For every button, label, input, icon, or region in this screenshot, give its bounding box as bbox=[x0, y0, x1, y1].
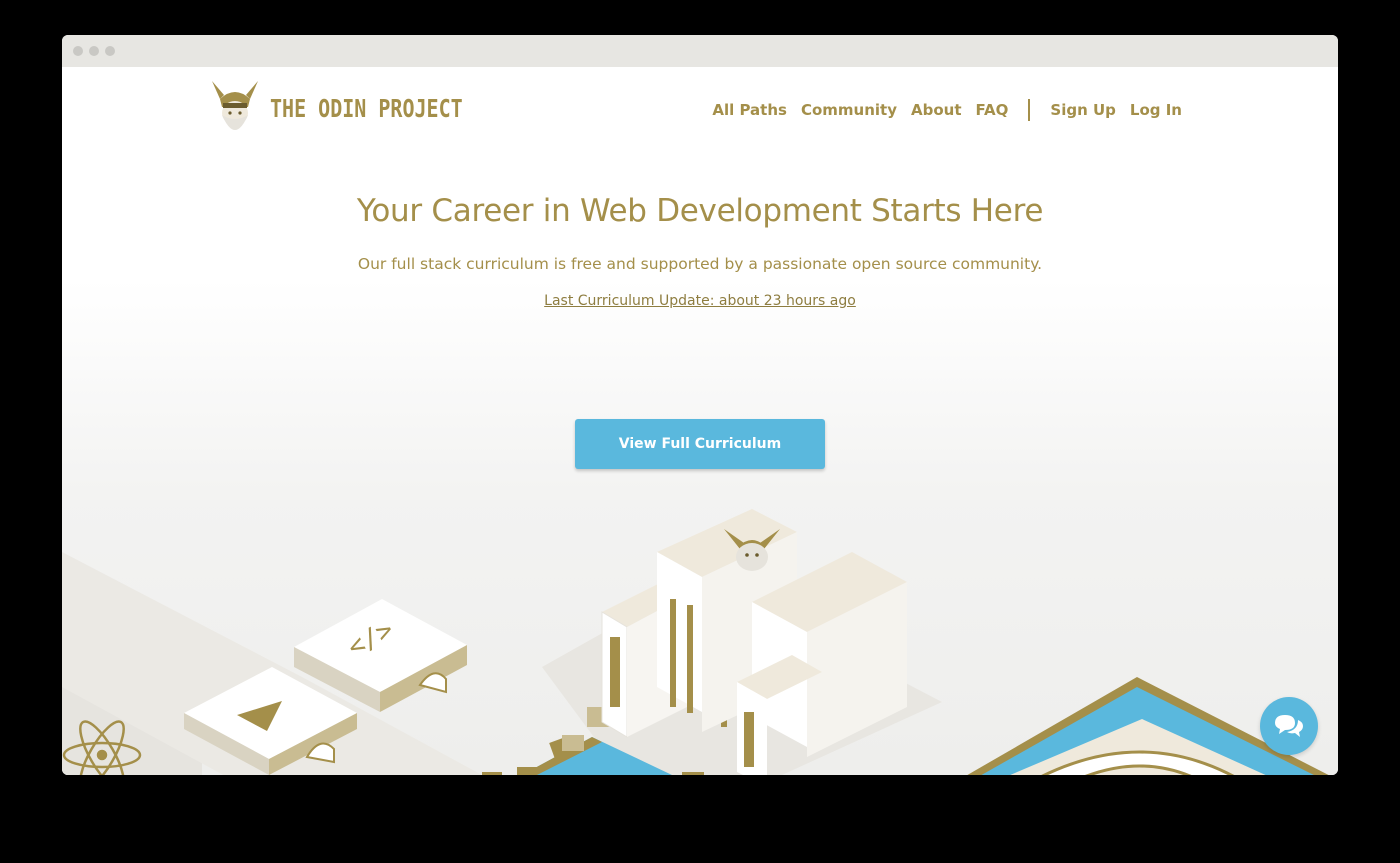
last-update-link[interactable]: Last Curriculum Update: about 23 hours a… bbox=[544, 293, 856, 309]
viking-logo-icon bbox=[212, 81, 258, 130]
nav-faq[interactable]: FAQ bbox=[976, 101, 1009, 119]
landing-page: THE ODIN PROJECT All Paths Community Abo… bbox=[62, 67, 1338, 775]
sign-up-link[interactable]: Sign Up bbox=[1050, 101, 1116, 119]
window-close-dot[interactable] bbox=[73, 46, 83, 56]
isometric-city-illustration: </> bbox=[62, 509, 1329, 775]
window-titlebar bbox=[62, 35, 1338, 67]
window-minimize-dot[interactable] bbox=[89, 46, 99, 56]
site-header: THE ODIN PROJECT All Paths Community Abo… bbox=[62, 67, 1338, 157]
nav-about[interactable]: About bbox=[911, 101, 962, 119]
nav-divider bbox=[1028, 99, 1031, 121]
hero-subtitle: Our full stack curriculum is free and su… bbox=[357, 255, 1043, 273]
nav-all-paths[interactable]: All Paths bbox=[712, 101, 787, 119]
chat-button[interactable] bbox=[1260, 697, 1318, 755]
log-in-link[interactable]: Log In bbox=[1130, 101, 1182, 119]
hero-section: Your Career in Web Development Starts He… bbox=[62, 193, 1338, 309]
nav-community[interactable]: Community bbox=[801, 101, 897, 119]
site-logo[interactable]: THE ODIN PROJECT bbox=[210, 77, 463, 139]
brand-name: THE ODIN PROJECT bbox=[270, 93, 463, 123]
chat-bubbles-icon bbox=[1275, 715, 1303, 737]
view-full-curriculum-button[interactable]: View Full Curriculum bbox=[575, 419, 825, 469]
browser-window: THE ODIN PROJECT All Paths Community Abo… bbox=[62, 35, 1338, 775]
window-maximize-dot[interactable] bbox=[105, 46, 115, 56]
main-nav: All Paths Community About FAQ Sign Up Lo… bbox=[698, 99, 1182, 121]
hero-title: Your Career in Web Development Starts He… bbox=[356, 193, 1044, 229]
